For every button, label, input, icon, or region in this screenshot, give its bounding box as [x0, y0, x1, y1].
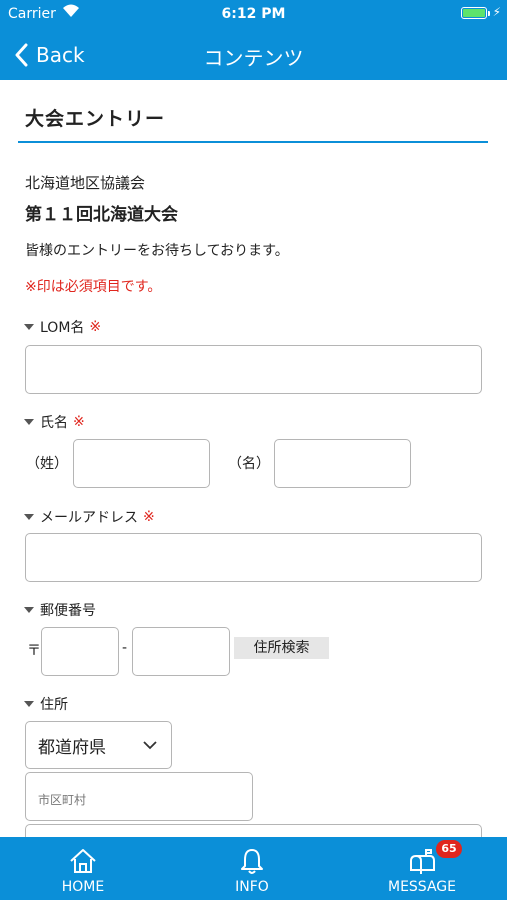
address-label: 住所 — [24, 694, 68, 714]
tab-message-label: MESSAGE — [388, 879, 456, 895]
postal-code-second-input[interactable] — [132, 627, 230, 676]
title-divider — [18, 141, 488, 143]
home-icon — [70, 849, 96, 873]
triangle-down-icon — [24, 701, 34, 707]
name-label: 氏名 ※ — [24, 412, 85, 432]
mailbox-icon — [410, 849, 435, 874]
city-input[interactable]: 市区町村 — [25, 772, 253, 821]
page-title: 大会エントリー — [25, 108, 166, 130]
battery-cap — [488, 11, 490, 16]
last-name-input[interactable] — [73, 439, 210, 488]
tab-home[interactable]: HOME — [23, 837, 143, 900]
organization-name: 北海道地区協議会 — [25, 174, 146, 192]
street-input[interactable] — [25, 824, 482, 837]
address-label-text: 住所 — [40, 697, 68, 713]
tab-message[interactable]: 65 MESSAGE — [362, 837, 482, 900]
triangle-down-icon — [24, 324, 34, 330]
required-mark: ※ — [89, 319, 102, 335]
top-bar: Carrier 6:12 PM ⚡ Back コンテンツ — [0, 0, 507, 80]
status-bar: Carrier 6:12 PM ⚡ — [0, 0, 507, 30]
last-name-label: （姓） — [26, 456, 68, 472]
bell-icon — [241, 849, 263, 874]
required-note: ※印は必須項目です。 — [25, 279, 162, 295]
charging-icon: ⚡ — [492, 5, 501, 19]
tab-info-label: INFO — [235, 879, 269, 895]
email-label: メールアドレス ※ — [24, 507, 155, 527]
tab-bar: HOME INFO 65 MESSAGE — [0, 837, 507, 900]
status-time: 6:12 PM — [221, 6, 286, 22]
lom-label-text: LOM名 — [40, 320, 85, 336]
notice-text: 皆様のエントリーをお待ちしております。 — [25, 243, 289, 259]
postal-code-first-input[interactable] — [41, 627, 119, 676]
name-label-text: 氏名 — [40, 415, 68, 431]
first-name-input[interactable] — [274, 439, 411, 488]
triangle-down-icon — [24, 607, 34, 613]
message-count-badge: 65 — [436, 840, 462, 858]
event-name: 第１１回北海道大会 — [25, 205, 178, 225]
entry-form-content[interactable]: 大会エントリー 北海道地区協議会 第１１回北海道大会 皆様のエントリーをお待ちし… — [0, 80, 507, 837]
postal-prefix: 〒 — [27, 643, 41, 659]
tab-home-label: HOME — [61, 879, 105, 895]
triangle-down-icon — [24, 419, 34, 425]
triangle-down-icon — [24, 514, 34, 520]
email-label-text: メールアドレス — [40, 510, 138, 526]
address-search-button[interactable]: 住所検索 — [234, 637, 329, 659]
nav-title: コンテンツ — [203, 46, 304, 70]
city-placeholder: 市区町村 — [38, 793, 87, 807]
postal-label-text: 郵便番号 — [40, 603, 96, 619]
chevron-down-icon — [143, 741, 157, 750]
email-input[interactable] — [25, 533, 482, 582]
tab-info[interactable]: INFO — [192, 837, 312, 900]
first-name-label: （名） — [228, 456, 270, 472]
lom-label: LOM名 ※ — [24, 317, 101, 337]
required-mark: ※ — [143, 509, 155, 525]
lom-input[interactable] — [25, 345, 482, 394]
battery-icon — [461, 7, 487, 19]
prefecture-select[interactable]: 都道府県 — [25, 721, 172, 769]
postal-separator: - — [122, 640, 128, 656]
prefecture-selected-value: 都道府県 — [38, 737, 106, 758]
required-mark: ※ — [73, 414, 85, 430]
postal-label: 郵便番号 — [24, 600, 96, 620]
navigation-bar: Back コンテンツ — [0, 30, 507, 80]
